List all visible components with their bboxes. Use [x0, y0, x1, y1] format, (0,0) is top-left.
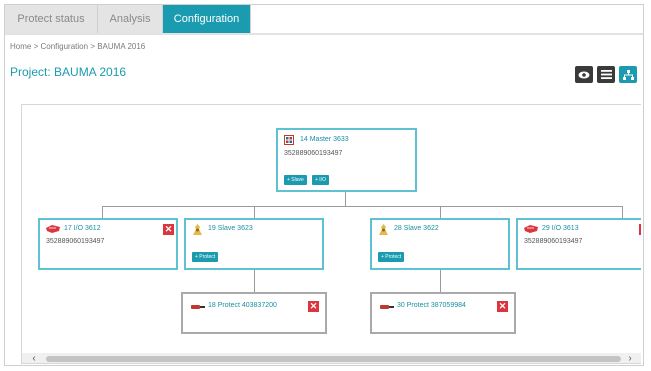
protect-sensor-icon [191, 305, 205, 309]
protect-node-right[interactable]: 30 Protect 387059984 ✕ [370, 292, 516, 334]
connector-line [102, 206, 103, 218]
chevron-left-icon: ‹ [32, 353, 36, 364]
slave-node-left[interactable]: 19 Slave 3623 + Protect [184, 218, 324, 270]
master-node-serial: 352889060193497 [284, 150, 343, 157]
protect-sensor-icon [380, 305, 394, 309]
io-node-left-title[interactable]: 17 I/O 3612 [64, 225, 101, 232]
connector-line [440, 270, 441, 292]
chevron-right-icon: › [628, 353, 632, 364]
tab-underline [5, 33, 643, 35]
slave-node-right-title[interactable]: 28 Slave 3622 [394, 225, 439, 232]
add-protect-button[interactable]: + Protect [192, 252, 219, 262]
add-io-button[interactable]: + I/O [312, 175, 329, 185]
slave-node-right[interactable]: 28 Slave 3622 + Protect [370, 218, 510, 270]
protect-node-left-title[interactable]: 18 Protect 403837200 [208, 302, 277, 309]
close-icon: ✕ [498, 301, 507, 311]
connector-line [440, 206, 441, 218]
tab-configuration[interactable]: Configuration [163, 5, 251, 33]
close-icon: ✕ [164, 224, 173, 234]
breadcrumb-current: BAUMA 2016 [97, 42, 146, 51]
view-eye-button[interactable] [575, 66, 593, 83]
view-hierarchy-button[interactable] [619, 66, 637, 83]
io-module-icon [524, 225, 538, 233]
master-module-icon [284, 135, 294, 145]
add-slave-button[interactable]: + Slave [284, 175, 307, 185]
delete-button[interactable]: ✕ [163, 224, 174, 235]
protect-node-right-title[interactable]: 30 Protect 387059984 [397, 302, 466, 309]
delete-button[interactable]: ✕ [497, 301, 508, 312]
io-node-right[interactable]: 29 I/O 3613 352889060193497 ✕ [516, 218, 641, 270]
connector-line [254, 270, 255, 292]
io-node-right-title[interactable]: 29 I/O 3613 [542, 225, 579, 232]
master-node-title[interactable]: 14 Master 3633 [300, 136, 349, 143]
tab-analysis[interactable]: Analysis [98, 5, 163, 33]
app-frame: Protect status Analysis Configuration Ho… [4, 4, 644, 366]
io-node-left[interactable]: 17 I/O 3612 352889060193497 ✕ [38, 218, 178, 270]
scroll-left-button[interactable]: ‹ [28, 353, 40, 364]
breadcrumb-configuration[interactable]: Configuration [40, 42, 88, 51]
slave-node-left-title[interactable]: 19 Slave 3623 [208, 225, 253, 232]
connector-line [345, 192, 346, 206]
tab-protect-status[interactable]: Protect status [5, 5, 98, 33]
master-node[interactable]: 14 Master 3633 352889060193497 + Slave +… [276, 128, 417, 192]
eye-icon [578, 71, 590, 78]
hierarchy-canvas: 14 Master 3633 352889060193497 + Slave +… [21, 104, 641, 364]
list-icon [600, 70, 612, 79]
scrollbar-thumb[interactable] [46, 356, 621, 362]
connector-line [102, 206, 622, 207]
breadcrumb-separator: > [90, 42, 95, 51]
breadcrumb-separator: > [33, 42, 39, 51]
hierarchy-icon [622, 69, 634, 80]
slave-module-icon [379, 224, 388, 235]
scroll-right-button[interactable]: › [624, 353, 636, 364]
io-module-icon [46, 225, 60, 233]
breadcrumb-home[interactable]: Home [10, 42, 31, 51]
breadcrumb: Home > Configuration > BAUMA 2016 [10, 42, 145, 51]
main-tabs: Protect status Analysis Configuration [5, 5, 251, 33]
horizontal-scrollbar[interactable]: ‹ › [22, 353, 641, 364]
protect-node-left[interactable]: 18 Protect 403837200 ✕ [181, 292, 327, 334]
close-icon: ✕ [309, 301, 318, 311]
delete-button[interactable]: ✕ [308, 301, 319, 312]
slave-module-icon [193, 224, 202, 235]
connector-line [622, 206, 623, 218]
io-node-right-serial: 352889060193497 [524, 238, 583, 245]
connector-line [254, 206, 255, 218]
add-protect-button[interactable]: + Protect [378, 252, 405, 262]
view-list-button[interactable] [597, 66, 615, 83]
page-title: Project: BAUMA 2016 [10, 65, 127, 79]
io-node-left-serial: 352889060193497 [46, 238, 105, 245]
delete-button[interactable]: ✕ [639, 224, 641, 235]
